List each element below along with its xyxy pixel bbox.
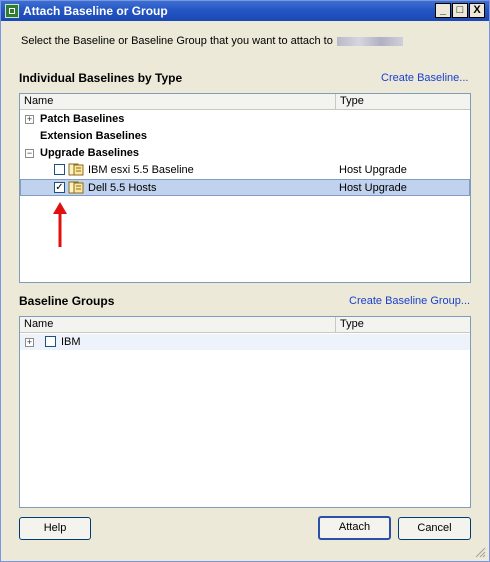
create-baseline-link[interactable]: Create Baseline... bbox=[381, 72, 468, 84]
tree-row-label: IBM esxi 5.5 Baseline bbox=[88, 164, 194, 176]
tree-row-patch-baselines[interactable]: + Patch Baselines bbox=[20, 111, 470, 127]
tree-row-type: Host Upgrade bbox=[339, 164, 407, 176]
tree-row-upgrade-baselines[interactable]: − Upgrade Baselines bbox=[20, 145, 470, 161]
tree-row-dell-hosts[interactable]: ✓ Dell 5.5 Hosts Host Upgrade bbox=[20, 179, 470, 196]
column-header-name[interactable]: Name bbox=[20, 94, 336, 110]
dell-hosts-checkbox[interactable]: ✓ bbox=[54, 182, 65, 193]
tree-row-extension-baselines[interactable]: Extension Baselines bbox=[20, 128, 470, 144]
groups-section-label: Baseline Groups bbox=[19, 294, 115, 308]
tree-row-label: Patch Baselines bbox=[40, 113, 125, 125]
host-address-redacted bbox=[336, 36, 403, 46]
tree-row-type: Host Upgrade bbox=[339, 182, 407, 194]
ibm-baseline-checkbox[interactable] bbox=[54, 164, 65, 175]
tree-row-label: Extension Baselines bbox=[40, 130, 147, 142]
attach-button[interactable]: Attach bbox=[318, 516, 391, 540]
baseline-groups-tree[interactable]: Name Type + IBM bbox=[19, 316, 471, 508]
baseline-doc-icon bbox=[68, 181, 84, 194]
tree-row-ibm-group[interactable]: + IBM bbox=[20, 334, 470, 350]
tree-row-ibm-baseline[interactable]: IBM esxi 5.5 Baseline Host Upgrade bbox=[20, 162, 470, 178]
red-arrow-annotation bbox=[53, 202, 67, 247]
cancel-button[interactable]: Cancel bbox=[398, 517, 471, 540]
expand-icon[interactable]: + bbox=[25, 115, 34, 124]
baselines-tree[interactable]: Name Type + Patch Baselines Extension Ba… bbox=[19, 93, 471, 283]
ibm-group-checkbox[interactable] bbox=[45, 336, 56, 347]
create-baseline-group-link[interactable]: Create Baseline Group... bbox=[349, 295, 470, 307]
instruction-text: Select the Baseline or Baseline Group th… bbox=[21, 35, 403, 47]
help-button[interactable]: Help bbox=[19, 517, 91, 540]
resize-grip-icon[interactable] bbox=[474, 546, 486, 558]
baselines-section-label: Individual Baselines by Type bbox=[19, 71, 183, 85]
maximize-button[interactable]: □ bbox=[452, 3, 468, 18]
minimize-button[interactable]: _ bbox=[435, 3, 451, 18]
column-header-name[interactable]: Name bbox=[20, 317, 336, 333]
column-header-type[interactable]: Type bbox=[336, 94, 470, 110]
tree-row-label: Dell 5.5 Hosts bbox=[88, 182, 157, 194]
expand-icon[interactable]: + bbox=[25, 338, 34, 347]
tree-row-label: IBM bbox=[61, 336, 81, 348]
app-icon bbox=[5, 4, 19, 18]
attach-baseline-dialog: Attach Baseline or Group _ □ X Select th… bbox=[0, 0, 490, 562]
window-title: Attach Baseline or Group bbox=[23, 4, 168, 18]
title-bar[interactable]: Attach Baseline or Group _ □ X bbox=[1, 1, 489, 21]
collapse-icon[interactable]: − bbox=[25, 149, 34, 158]
column-header-type[interactable]: Type bbox=[336, 317, 470, 333]
close-button[interactable]: X bbox=[469, 3, 485, 18]
tree-row-label: Upgrade Baselines bbox=[40, 147, 140, 159]
baseline-doc-icon bbox=[68, 163, 84, 176]
instruction-label: Select the Baseline or Baseline Group th… bbox=[21, 35, 333, 47]
